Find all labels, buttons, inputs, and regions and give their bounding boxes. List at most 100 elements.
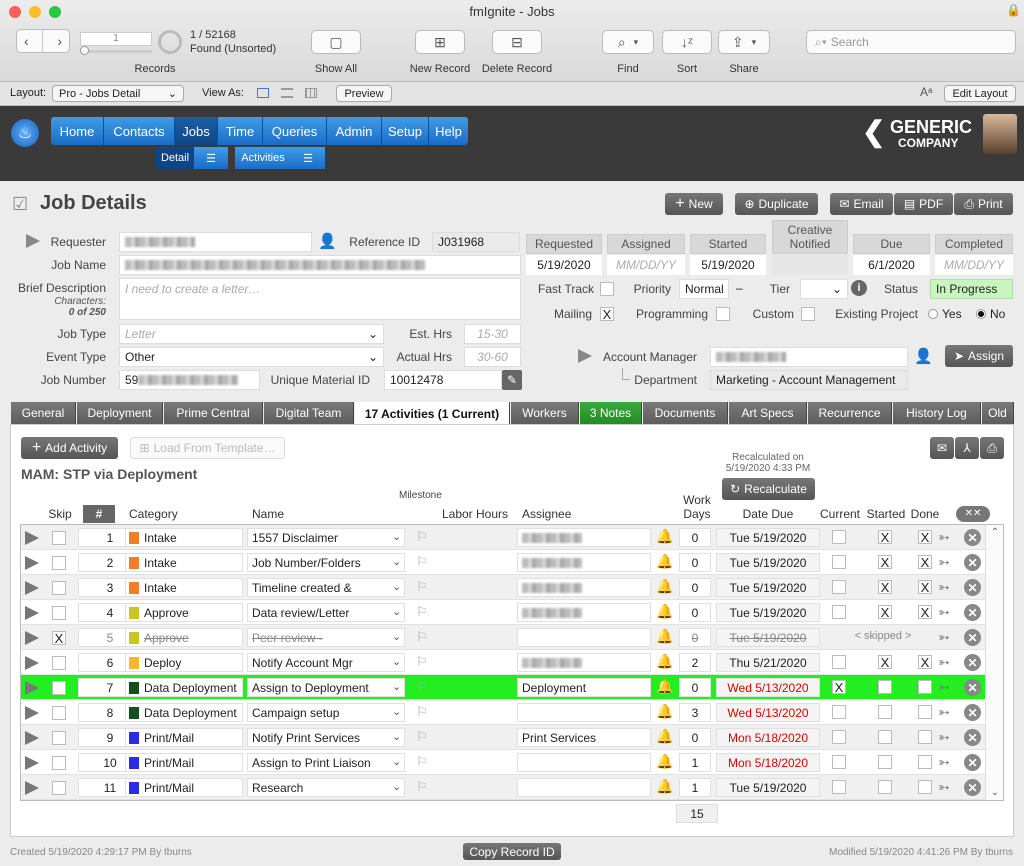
row-name[interactable]: Research	[247, 778, 405, 797]
milestone-icon[interactable]: ⚐	[416, 654, 428, 670]
fast-track-checkbox[interactable]	[600, 282, 614, 296]
job-type-select[interactable]: Letter ⌄	[119, 324, 384, 344]
delete-row-icon[interactable]: ✕	[964, 629, 981, 646]
skip-checkbox[interactable]	[52, 531, 66, 545]
nav-help[interactable]: Help	[429, 117, 468, 145]
delete-row-icon[interactable]: ✕	[964, 529, 981, 546]
row-work-days[interactable]: 0	[679, 728, 711, 747]
tab-general[interactable]: General	[11, 402, 76, 424]
copy-record-id-button[interactable]: Copy Record ID	[463, 843, 561, 860]
activity-row[interactable]: 2 Intake Job Number/Folders ⌄ ⚐ 🔔 0 Tue 5/19/20…	[21, 550, 985, 575]
tab-workers[interactable]: Workers	[511, 402, 579, 424]
started-checkbox[interactable]	[878, 755, 892, 769]
current-checkbox[interactable]	[832, 730, 846, 744]
requested-date[interactable]: 5/19/2020	[526, 255, 602, 275]
scroll-down-icon[interactable]: ⌄	[986, 787, 1004, 798]
milestone-icon[interactable]: ⚐	[416, 629, 428, 645]
nav-queries[interactable]: Queries	[263, 117, 327, 145]
skip-checkbox[interactable]	[52, 756, 66, 770]
row-work-days[interactable]: 0	[679, 678, 711, 697]
current-checkbox[interactable]	[832, 655, 846, 669]
est-hrs-field[interactable]: 15-30	[464, 324, 521, 344]
account-manager-expand-icon[interactable]	[578, 349, 592, 363]
existing-no-label[interactable]: No	[990, 307, 1005, 321]
delete-row-icon[interactable]: ✕	[964, 579, 981, 596]
send-activity-icon[interactable]: ➳	[938, 554, 950, 571]
nav-setup[interactable]: Setup	[382, 117, 429, 145]
scroll-up-icon[interactable]: ⌃	[986, 527, 1004, 538]
skip-checkbox[interactable]: X	[52, 631, 66, 645]
nav-contacts[interactable]: Contacts	[104, 117, 175, 145]
current-checkbox[interactable]	[832, 705, 846, 719]
preview-button[interactable]: Preview	[336, 85, 392, 102]
actual-hrs-field[interactable]: 30-60	[464, 347, 521, 367]
row-expand-icon[interactable]	[25, 681, 39, 695]
skip-checkbox[interactable]	[52, 681, 66, 695]
row-assignee[interactable]	[517, 753, 651, 772]
row-assignee[interactable]: Print Services	[517, 728, 651, 747]
delete-row-icon[interactable]: ✕	[964, 654, 981, 671]
done-checkbox[interactable]: X	[918, 580, 932, 594]
bell-icon[interactable]: 🔔	[656, 728, 673, 745]
current-checkbox[interactable]	[832, 780, 846, 794]
current-checkbox[interactable]	[832, 530, 846, 544]
row-expand-icon[interactable]	[25, 531, 39, 545]
row-date-due[interactable]: Tue 5/19/2020	[716, 628, 820, 647]
bell-icon[interactable]: 🔔	[656, 528, 673, 545]
record-slider[interactable]	[80, 50, 152, 53]
current-checkbox[interactable]	[832, 580, 846, 594]
milestone-icon[interactable]: ⚐	[416, 579, 428, 595]
flame-logo-icon[interactable]: ♨	[11, 119, 39, 147]
row-name[interactable]: Assign to Deployment	[247, 678, 405, 697]
activity-row[interactable]: 8 Data Deployment Campaign setup ⌄ ⚐ 🔔 3 Wed 5/…	[21, 700, 985, 725]
row-name[interactable]: Job Number/Folders	[247, 553, 405, 572]
next-record-icon[interactable]: ›	[57, 33, 62, 49]
activity-row[interactable]: 11 Print/Mail Research ⌄ ⚐ 🔔 1 Tue 5/19/2020 ➳ ✕	[21, 775, 985, 800]
activity-row[interactable]: 9 Print/Mail Notify Print Services ⌄ ⚐ Print …	[21, 725, 985, 750]
row-name[interactable]: Data review/Letter	[247, 603, 405, 622]
chevron-down-icon[interactable]: ⌄	[392, 730, 401, 743]
bell-icon[interactable]: 🔔	[656, 603, 673, 620]
milestone-icon[interactable]: ⚐	[416, 679, 428, 695]
milestone-icon[interactable]: ⚐	[416, 529, 428, 545]
event-type-select[interactable]: Other ⌄	[119, 347, 384, 367]
skip-checkbox[interactable]	[52, 606, 66, 620]
activity-row[interactable]: 4 Approve Data review/Letter ⌄ ⚐ 🔔 0 Tue 5/19/2…	[21, 600, 985, 625]
milestone-icon[interactable]: ⚐	[416, 704, 428, 720]
show-all-button[interactable]: ▢	[311, 30, 361, 54]
existing-yes-radio[interactable]	[928, 309, 938, 319]
recalculate-button[interactable]: ↻ Recalculate	[722, 478, 815, 500]
assigned-date[interactable]: MM/DD/YY	[607, 255, 685, 275]
row-work-days[interactable]: 1	[679, 778, 711, 797]
tier-select[interactable]: ⌄	[800, 279, 848, 299]
started-checkbox[interactable]: X	[878, 655, 892, 669]
row-work-days[interactable]: 3	[679, 703, 711, 722]
done-checkbox[interactable]: X	[918, 605, 932, 619]
row-expand-icon[interactable]	[25, 631, 39, 645]
send-activity-icon[interactable]: ➳	[938, 779, 950, 796]
previous-record-icon[interactable]: ‹	[24, 33, 29, 49]
custom-checkbox[interactable]	[801, 307, 815, 321]
row-name[interactable]: Campaign setup	[247, 703, 405, 722]
row-date-due[interactable]: Thu 5/21/2020	[716, 653, 820, 672]
subnav-activities[interactable]: Activities	[235, 147, 291, 169]
started-checkbox[interactable]: X	[878, 555, 892, 569]
chevron-down-icon[interactable]: ⌄	[392, 630, 401, 643]
delete-record-label[interactable]: Delete Record	[475, 63, 559, 75]
started-checkbox[interactable]	[878, 705, 892, 719]
done-checkbox[interactable]: X	[918, 555, 932, 569]
due-date[interactable]: 6/1/2020	[853, 255, 930, 275]
completed-date[interactable]: MM/DD/YY	[935, 255, 1013, 275]
bell-icon[interactable]: 🔔	[656, 703, 673, 720]
bell-icon[interactable]: 🔔	[656, 678, 673, 695]
row-category[interactable]: Data Deployment	[125, 703, 243, 722]
nav-home[interactable]: Home	[51, 117, 104, 145]
activity-row[interactable]: 1 Intake 1557 Disclaimer ⌄ ⚐ 🔔 0 Tue 5/19/2020 X…	[21, 525, 985, 550]
row-work-days[interactable]: 0	[679, 603, 711, 622]
row-category[interactable]: Deploy	[125, 653, 243, 672]
row-category[interactable]: Print/Mail	[125, 778, 243, 797]
tab-old[interactable]: Old	[982, 402, 1014, 424]
subnav-detail-list-icon[interactable]: ☰	[194, 147, 228, 169]
row-date-due[interactable]: Wed 5/13/2020	[716, 703, 820, 722]
delete-row-icon[interactable]: ✕	[964, 704, 981, 721]
